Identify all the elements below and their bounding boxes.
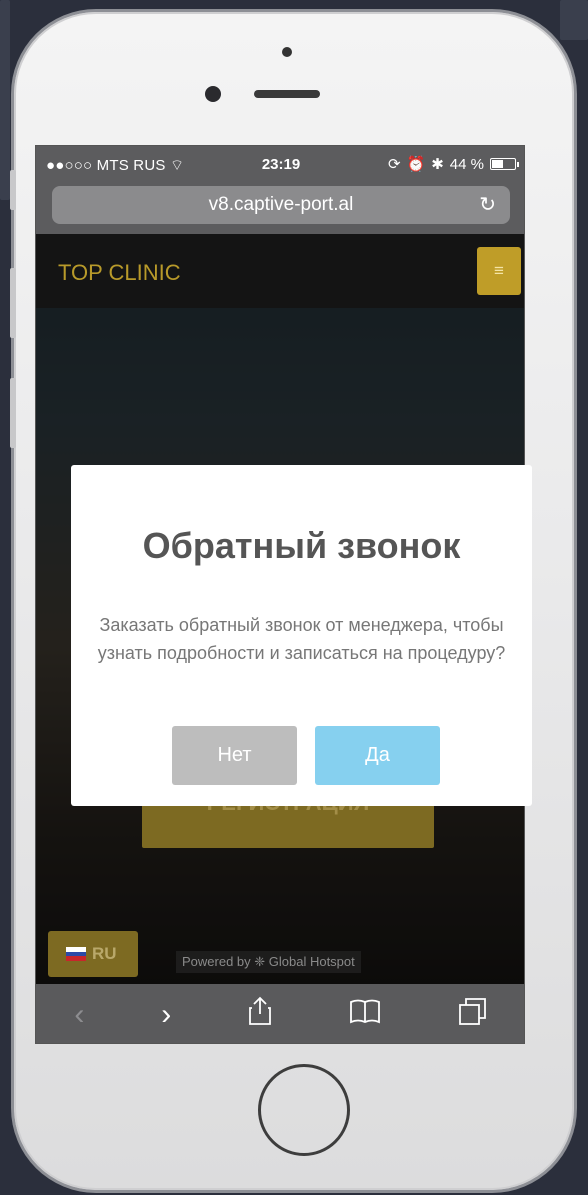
home-button[interactable]	[258, 1064, 350, 1156]
url-text: v8.captive-port.al	[208, 194, 354, 215]
bookmarks-icon[interactable]	[349, 998, 381, 1032]
battery-icon	[490, 158, 519, 170]
volume-down-button[interactable]	[10, 378, 16, 448]
site-navbar: TOP CLINIC ≡	[36, 234, 524, 308]
tabs-icon[interactable]	[458, 996, 488, 1034]
powered-by-label: Powered by ❈ Global Hotspot	[176, 951, 361, 973]
front-camera-icon	[205, 86, 221, 102]
language-selector[interactable]: RU	[48, 931, 138, 977]
battery-percent: 44 %	[449, 155, 484, 173]
browser-toolbar: ‹ ›	[36, 984, 524, 1043]
back-icon[interactable]: ‹	[74, 998, 84, 1032]
site-brand[interactable]: TOP CLINIC	[58, 260, 181, 286]
no-button[interactable]: Нет	[172, 726, 297, 785]
status-right: ⟳ ⏰ ✱ 44 %	[387, 155, 519, 173]
alarm-icon: ⏰	[406, 156, 426, 173]
proximity-sensor	[282, 47, 292, 57]
forward-icon[interactable]: ›	[161, 998, 171, 1032]
hamburger-icon[interactable]: ≡	[477, 247, 521, 295]
volume-up-button[interactable]	[10, 268, 16, 338]
address-bar[interactable]: v8.captive-port.al ↻	[52, 186, 510, 224]
earpiece-speaker	[254, 90, 320, 98]
bluetooth-icon: ✱	[431, 156, 444, 173]
rotation-lock-icon: ⟳	[387, 156, 401, 173]
callback-modal: Обратный звонок Заказать обратный звонок…	[71, 465, 532, 806]
mute-switch[interactable]	[10, 170, 16, 210]
yes-button[interactable]: Да	[315, 726, 440, 785]
reload-icon[interactable]: ↻	[479, 186, 496, 224]
background-tile	[0, 0, 10, 200]
share-icon[interactable]	[248, 996, 272, 1034]
modal-message: Заказать обратный звонок от менеджера, ч…	[97, 615, 506, 663]
status-bar: ●●○○○ MTS RUS ⌔ 23:19 ⟳ ⏰ ✱ 44 %	[36, 146, 524, 182]
modal-title: Обратный звонок	[142, 525, 461, 566]
browser-address-area: v8.captive-port.al ↻	[36, 182, 524, 234]
language-label: RU	[92, 944, 117, 963]
russia-flag-icon	[66, 947, 86, 962]
background-tile	[560, 0, 588, 40]
